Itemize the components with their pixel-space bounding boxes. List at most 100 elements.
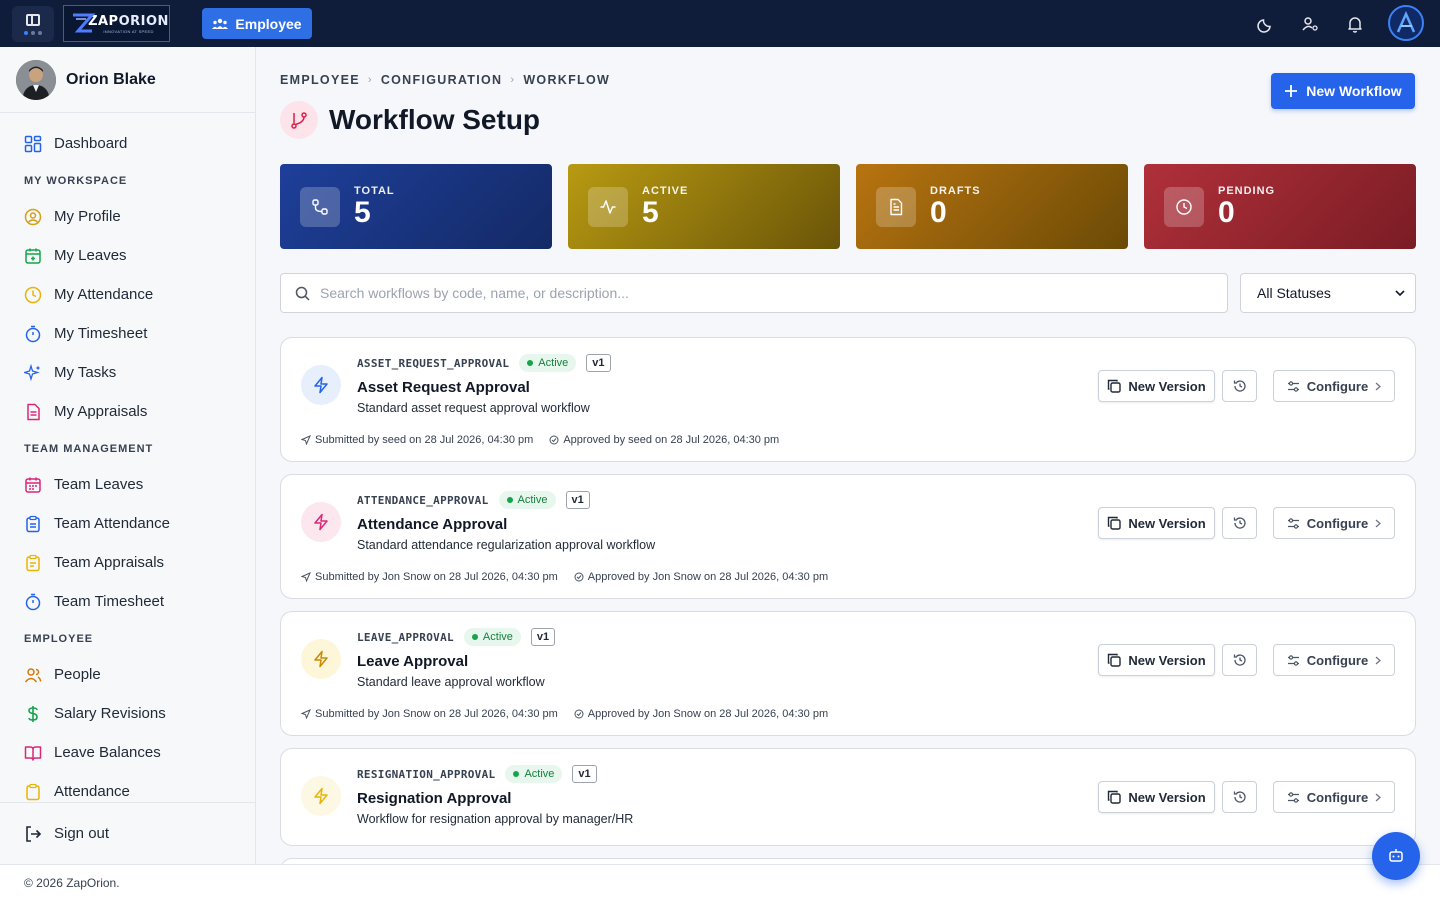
lightning-icon	[301, 502, 341, 542]
stat-value: 5	[642, 195, 659, 229]
user-profile-header[interactable]: Orion Blake	[0, 47, 255, 113]
sliders-icon	[1287, 791, 1299, 803]
sidebar-item-my-timesheet[interactable]: My Timesheet	[0, 314, 255, 353]
assistant-bot-button[interactable]	[1372, 832, 1420, 880]
breadcrumb-workflow: WORKFLOW	[523, 73, 611, 87]
new-version-button[interactable]: New Version	[1098, 644, 1215, 676]
status-badge: Active	[463, 628, 521, 646]
workflow-description: Standard attendance regularization appro…	[357, 538, 656, 552]
workflow-name: Attendance Approval	[357, 516, 508, 533]
employee-module-button[interactable]: Employee	[202, 8, 312, 39]
sidebar-item-label: Team Leaves	[54, 476, 144, 493]
chevron-right-icon	[1375, 519, 1382, 527]
search-box	[280, 273, 1228, 313]
sidebar-item-salary-revisions[interactable]: Salary Revisions	[0, 694, 255, 733]
status-badge: Active	[519, 354, 577, 372]
sidebar-toggle-button[interactable]	[12, 6, 54, 42]
submitted-info: Submitted by Jon Snow on 28 Jul 2026, 04…	[301, 571, 558, 583]
send-icon	[301, 709, 311, 719]
check-circle-icon	[574, 572, 584, 582]
sidebar-item-label: Team Appraisals	[54, 554, 165, 571]
sidebar-item-my-attendance[interactable]: My Attendance	[0, 275, 255, 314]
sidebar-item-my-appraisals[interactable]: My Appraisals	[0, 392, 255, 431]
version-badge: v1	[565, 491, 590, 509]
sidebar-item-team-timesheet[interactable]: Team Timesheet	[0, 582, 255, 621]
app-logo[interactable]: ZAPORION INNOVATION AT SPEED	[63, 5, 170, 42]
sidebar: Orion Blake Dashboard MY WORKSPACE My Pr…	[0, 47, 256, 864]
sign-out-button[interactable]: Sign out	[0, 802, 255, 864]
stat-label: DRAFTS	[930, 184, 981, 197]
search-icon	[295, 286, 310, 301]
history-button[interactable]	[1222, 781, 1257, 813]
workflow-code: RESIGNATION_APPROVAL	[357, 767, 496, 781]
new-version-button[interactable]: New Version	[1098, 781, 1215, 813]
check-circle-icon	[574, 709, 584, 719]
avatar	[16, 59, 56, 100]
sidebar-item-people[interactable]: People	[0, 655, 255, 694]
sidebar-item-leave-balances[interactable]: Leave Balances	[0, 733, 255, 772]
clipboard-icon	[26, 515, 40, 532]
stopwatch-icon	[25, 325, 41, 342]
status-filter-select[interactable]: All Statuses	[1240, 273, 1416, 313]
status-badge: Active	[498, 491, 556, 509]
lightning-icon	[301, 776, 341, 816]
copy-icon	[1108, 379, 1122, 393]
user-settings-icon[interactable]	[1300, 14, 1320, 34]
workflow-name: Resignation Approval	[357, 790, 512, 807]
copy-icon	[1108, 790, 1122, 804]
approved-info: Approved by Jon Snow on 28 Jul 2026, 04:…	[574, 708, 828, 720]
document-icon	[27, 403, 40, 420]
stat-label: PENDING	[1218, 184, 1276, 197]
history-button[interactable]	[1222, 370, 1257, 402]
status-badge: Active	[505, 765, 563, 783]
version-badge: v1	[530, 628, 556, 646]
workflow-description: Standard leave approval workflow	[357, 675, 545, 689]
configure-button[interactable]: Configure	[1273, 781, 1395, 813]
sidebar-item-label: My Leaves	[54, 247, 127, 264]
file-text-icon	[876, 186, 916, 227]
chevron-right-icon	[1375, 656, 1382, 664]
breadcrumb-configuration[interactable]: CONFIGURATION	[381, 73, 503, 87]
sidebar-item-label: My Profile	[54, 208, 121, 225]
history-icon	[1233, 517, 1246, 529]
employee-module-label: Employee	[235, 15, 302, 32]
configure-button[interactable]: Configure	[1273, 370, 1395, 402]
history-button[interactable]	[1222, 507, 1257, 539]
sidebar-item-my-leaves[interactable]: My Leaves	[0, 236, 255, 275]
workflow-card: RESIGNATION_APPROVAL Active v1 Resignati…	[280, 748, 1416, 846]
check-circle-icon	[549, 435, 559, 445]
sidebar-item-team-leaves[interactable]: Team Leaves	[0, 465, 255, 504]
sliders-icon	[1287, 380, 1299, 392]
sidebar-item-my-tasks[interactable]: My Tasks	[0, 353, 255, 392]
people-icon	[212, 18, 229, 29]
sidebar-item-dashboard[interactable]: Dashboard	[0, 124, 255, 163]
account-avatar[interactable]	[1388, 5, 1424, 41]
sidebar-item-team-appraisals[interactable]: Team Appraisals	[0, 543, 255, 582]
sidebar-item-team-attendance[interactable]: Team Attendance	[0, 504, 255, 543]
history-icon	[1233, 791, 1246, 803]
configure-button[interactable]: Configure	[1273, 644, 1395, 676]
book-open-icon	[24, 745, 42, 761]
sidebar-icon	[26, 13, 40, 26]
activity-icon	[588, 186, 628, 227]
breadcrumb-employee[interactable]: EMPLOYEE	[280, 73, 360, 87]
stat-value: 5	[354, 195, 371, 229]
stat-card-active: ACTIVE 5	[568, 164, 840, 249]
sidebar-item-label: Leave Balances	[54, 744, 161, 761]
bell-icon[interactable]	[1345, 14, 1365, 34]
chevron-down-icon	[1395, 290, 1405, 296]
stat-value: 0	[930, 195, 947, 229]
workflow-code: ATTENDANCE_APPROVAL	[357, 493, 489, 507]
dark-mode-moon-icon[interactable]	[1256, 14, 1276, 34]
history-button[interactable]	[1222, 644, 1257, 676]
configure-button[interactable]: Configure	[1273, 507, 1395, 539]
send-icon	[301, 435, 311, 445]
new-version-button[interactable]: New Version	[1098, 507, 1215, 539]
search-input[interactable]	[320, 285, 1200, 301]
sidebar-item-my-profile[interactable]: My Profile	[0, 197, 255, 236]
new-workflow-button[interactable]: New Workflow	[1271, 73, 1415, 109]
new-version-button[interactable]: New Version	[1098, 370, 1215, 402]
stat-card-total: TOTAL 5	[280, 164, 552, 249]
status-filter-value: All Statuses	[1257, 285, 1331, 301]
approved-info: Approved by seed on 28 Jul 2026, 04:30 p…	[549, 434, 779, 446]
